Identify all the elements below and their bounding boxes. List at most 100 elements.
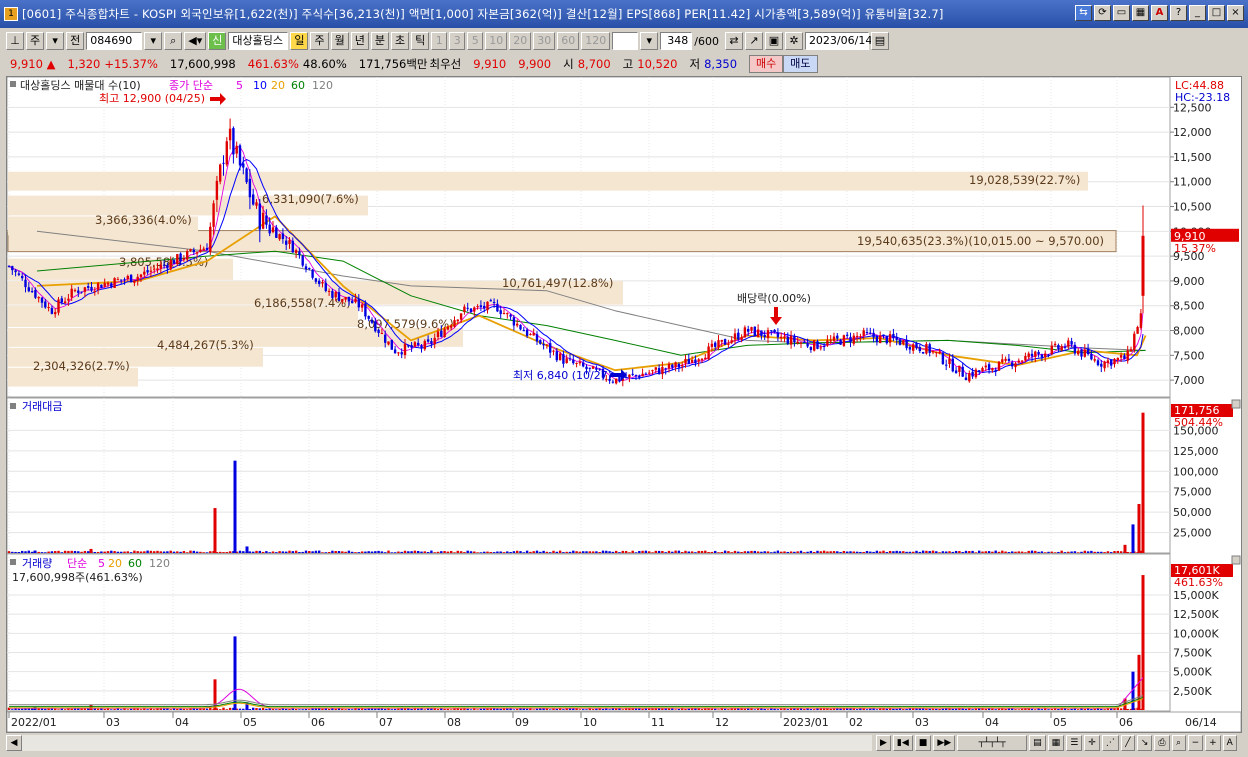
candle-body	[153, 268, 156, 270]
amount-spike	[1123, 544, 1127, 553]
candle-body	[354, 298, 357, 303]
count-input[interactable]: 348	[660, 32, 693, 50]
maximize-button[interactable]: □	[1208, 5, 1225, 21]
volume-bar	[258, 708, 261, 710]
period-month-button[interactable]: 월	[330, 32, 349, 50]
stock-chart[interactable]: 19,028,539(22.7%) 19,540,635(23.3%)(10,01…	[6, 76, 1242, 733]
type-select[interactable]: 주	[26, 32, 45, 50]
profile-label: 19,540,635(23.3%)(10,015.00 ~ 9,570.00)	[857, 234, 1104, 248]
zigzag-icon[interactable]: ⋰	[1101, 735, 1119, 751]
crosshair-icon[interactable]: ✛	[1084, 735, 1100, 751]
candle-body	[367, 315, 370, 319]
period-day-button[interactable]: 일	[290, 32, 309, 50]
sell-button[interactable]: 매도	[783, 55, 818, 73]
interval-60[interactable]: 60	[557, 32, 580, 50]
line-tool-icon[interactable]: ╱	[1120, 735, 1135, 751]
amount-bar	[539, 551, 542, 553]
low-price: 8,350	[704, 57, 738, 71]
minimize-button[interactable]: _	[1189, 5, 1206, 21]
amount-bar	[921, 550, 925, 553]
chart-tool-icon[interactable]: ↗	[744, 32, 763, 50]
stop-icon[interactable]: ■	[914, 735, 932, 751]
font-size-icon[interactable]: A	[1222, 735, 1237, 751]
volume-bar	[1034, 709, 1037, 710]
horizontal-scrollbar[interactable]	[22, 735, 872, 751]
candle-body	[397, 352, 400, 354]
scroll-left-icon[interactable]: ◀	[6, 735, 22, 751]
interval-10[interactable]: 10	[485, 32, 508, 50]
period-year-button[interactable]: 년	[350, 32, 369, 50]
candle-body	[941, 352, 945, 364]
close-button[interactable]: ×	[1227, 5, 1244, 21]
chevron-down-icon[interactable]: ▾	[46, 32, 65, 50]
help-icon[interactable]: ?	[1170, 5, 1187, 21]
interval-custom-input[interactable]	[612, 32, 639, 50]
play-icon[interactable]: ▶	[876, 735, 891, 751]
amount-legend-marker-icon[interactable]	[10, 403, 16, 409]
interval-5[interactable]: 5	[467, 32, 484, 50]
period-week-button[interactable]: 주	[310, 32, 329, 50]
settings-icon[interactable]: ✲	[784, 32, 803, 50]
layout-icon[interactable]: ▦	[1047, 735, 1065, 751]
candle-body	[776, 332, 780, 338]
font-icon[interactable]: A	[1151, 5, 1168, 21]
candle-body	[133, 280, 136, 283]
candle-body	[780, 336, 783, 339]
candle-body	[968, 373, 971, 382]
amount-panel-close-icon[interactable]	[1231, 399, 1241, 409]
ruler-icon[interactable]: ┬┴┬┴┬	[957, 735, 1028, 751]
calendar-icon[interactable]: ▤	[870, 32, 889, 50]
date-input[interactable]: 2023/06/14	[804, 32, 872, 50]
window-icon[interactable]: ▭	[1113, 5, 1130, 21]
list-icon[interactable]: ☰	[1066, 735, 1083, 751]
dropdown-icon[interactable]: ▾	[144, 32, 163, 50]
candle-body	[417, 342, 420, 345]
interval-20[interactable]: 20	[509, 32, 532, 50]
period-minute-button[interactable]: 분	[370, 32, 389, 50]
period-second-button[interactable]: 초	[390, 32, 410, 50]
print-icon[interactable]: ⎙	[1154, 735, 1170, 751]
jeon-button[interactable]: 전	[66, 32, 85, 50]
zoom-out-icon[interactable]: −	[1187, 735, 1204, 751]
interval-120[interactable]: 120	[581, 32, 611, 50]
speaker-icon[interactable]: ◀▾	[184, 32, 207, 50]
grid-icon[interactable]: ▦	[1132, 5, 1149, 21]
candle-body	[60, 298, 63, 303]
amount-bar	[100, 551, 103, 553]
volume-bar	[146, 709, 149, 710]
next-page-icon[interactable]: ▶▶	[933, 735, 956, 751]
interval-30[interactable]: 30	[533, 32, 556, 50]
x-tick-label: 12	[715, 716, 729, 729]
zoom-icon[interactable]: ⌕	[1171, 735, 1186, 751]
prev-page-icon[interactable]: ▮◀	[892, 735, 913, 751]
profile-band	[8, 171, 1088, 191]
link-icon[interactable]: ⇆	[1075, 5, 1092, 21]
refresh-icon[interactable]: ⟳	[1094, 5, 1111, 21]
interval-dropdown-icon[interactable]: ▾	[640, 32, 659, 50]
table-icon[interactable]: ▤	[1029, 735, 1046, 751]
volume-legend-ma5: 5	[98, 557, 105, 570]
amount-bar	[1070, 551, 1073, 553]
candle-body	[1129, 349, 1133, 352]
volume-panel-close-icon[interactable]	[1231, 555, 1241, 565]
period-tick-button[interactable]: 틱	[411, 32, 430, 50]
save-icon[interactable]: ▣	[764, 32, 783, 50]
zoom-in-icon[interactable]: +	[1205, 735, 1221, 751]
stock-code-input[interactable]: 084690	[86, 32, 143, 50]
chart-area[interactable]: 19,028,539(22.7%) 19,540,635(23.3%)(10,01…	[6, 76, 1242, 733]
legend-marker-icon[interactable]	[10, 81, 16, 87]
arrow-tool-icon[interactable]: ↘	[1136, 735, 1153, 751]
search-icon[interactable]: ⌕	[164, 32, 183, 50]
candle-body	[252, 194, 255, 205]
candle-body	[327, 290, 331, 292]
pin-icon[interactable]: ⊥	[6, 32, 24, 50]
arrows-icon[interactable]: ⇄	[724, 32, 743, 50]
new-button[interactable]: 신	[208, 32, 227, 50]
amount-bar	[743, 551, 747, 553]
buy-button[interactable]: 매수	[749, 55, 784, 73]
interval-3[interactable]: 3	[449, 32, 466, 50]
volume-legend-marker-icon[interactable]	[10, 559, 16, 565]
interval-1[interactable]: 1	[431, 32, 448, 50]
volume-bar	[905, 709, 908, 710]
candle-body	[892, 333, 895, 339]
